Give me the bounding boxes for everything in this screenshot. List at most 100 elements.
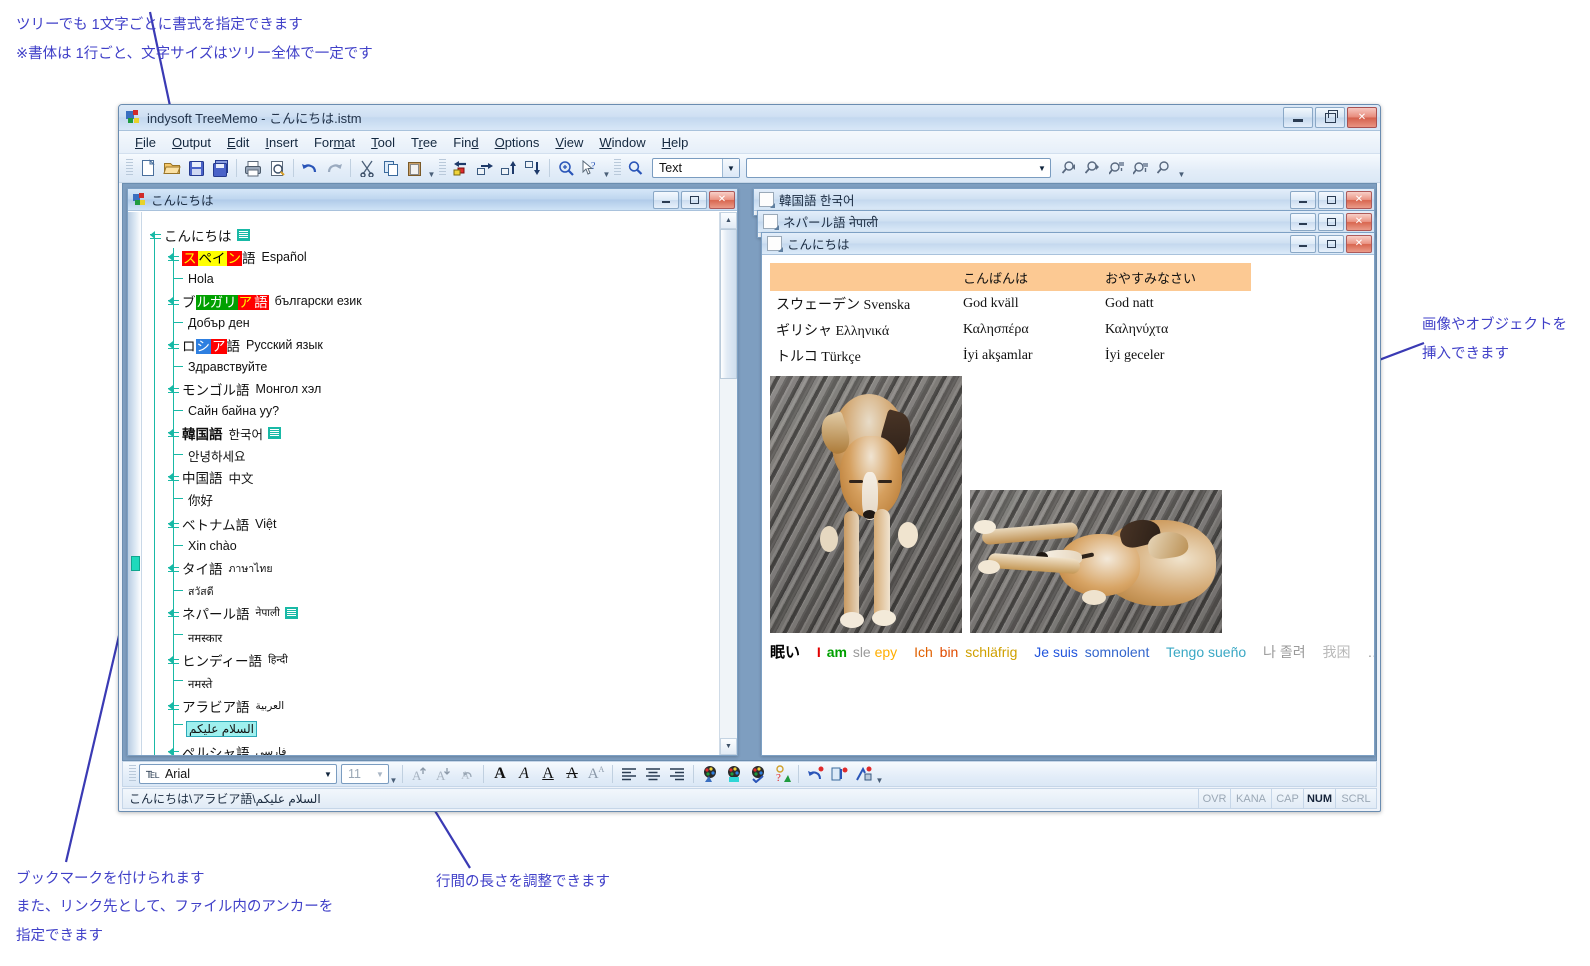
window-close-button[interactable]: ✕ [1347,107,1377,128]
editor-nepali-minimize-button[interactable] [1290,212,1316,231]
tree-close-button[interactable]: ✕ [709,190,735,209]
copy-format-icon[interactable] [827,763,851,786]
copy-icon[interactable] [379,157,403,180]
toolbar-overflow-2[interactable]: ▼ [602,157,611,179]
tree-minimize-button[interactable] [653,190,679,209]
paste-icon[interactable] [403,157,427,180]
search-input[interactable]: ▼ [746,158,1051,178]
new-file-icon[interactable] [136,157,160,180]
cut-icon[interactable] [355,157,379,180]
reset-font-size-icon[interactable]: A [455,763,479,786]
tree-leaf-dobar-den[interactable]: Добър ден [188,312,250,334]
tree-node-root[interactable]: こんにちは [150,224,250,246]
tree-node-mongolian[interactable]: モンゴル語 Монгол хэл [168,378,321,400]
tree-node-russian[interactable]: ロシ ア語 Русский язык [168,334,323,356]
toolbar-grip[interactable] [126,159,133,177]
editor-nepali-maximize-button[interactable] [1318,212,1344,231]
tree-leaf-xin-chao[interactable]: Xin chào [188,535,237,557]
menu-item-file[interactable]: File [127,133,164,152]
expander-icon[interactable] [168,252,179,263]
undo-format-icon[interactable] [803,763,827,786]
editor-korean-minimize-button[interactable] [1290,190,1316,209]
status-num[interactable]: NUM [1303,789,1335,808]
print-preview-icon[interactable] [265,157,289,180]
menu-item-tree[interactable]: Tree [403,133,445,152]
find-in-tree-down-icon[interactable] [1129,157,1153,180]
find-previous-icon[interactable] [1057,157,1081,180]
zoom-icon[interactable] [554,157,578,180]
tree-leaf-namaskar[interactable]: नमस्कार [188,627,222,649]
italic-icon[interactable]: A [512,763,536,786]
menu-item-tool[interactable]: Tool [363,133,403,152]
expander-icon[interactable] [168,340,179,351]
tree-vertical-scrollbar[interactable]: ▲ ▼ [719,212,737,755]
tree-node-spanish[interactable]: スペイ ン語 Español [168,246,307,268]
strikethrough-icon[interactable]: A [560,763,584,786]
tree-leaf-namaste[interactable]: नमस्ते [188,673,212,695]
find-next-icon[interactable] [1081,157,1105,180]
tree-node-korean[interactable]: 韓国語 한국어 [168,422,282,444]
expander-icon[interactable] [168,519,179,530]
font-color-icon[interactable] [698,763,722,786]
tree-leaf-nihao[interactable]: 你好 [188,488,213,510]
tree-leaf-zdravstvuyte[interactable]: Здравствуйте [188,356,267,378]
scroll-down-icon[interactable]: ▼ [720,738,737,755]
expander-icon[interactable] [168,655,179,666]
status-kana[interactable]: KANA [1230,789,1271,808]
bookmark-gutter[interactable] [128,212,142,755]
editor-content-area[interactable]: こんばんは おやすみなさい スウェーデン Svenska God kväll G… [762,255,1374,755]
tree-content[interactable]: こんにちは スペイ ン語 Español Hola ブルガリ ア 語 бълга… [128,212,720,755]
chevron-down-icon[interactable]: ▼ [372,765,388,783]
scroll-thumb[interactable] [720,229,737,379]
search-scope-select[interactable]: Text ▼ [652,158,740,178]
tree-leaf-hola[interactable]: Hola [188,268,214,290]
tree-leaf-annyeong[interactable]: 안녕하세요 [188,444,246,466]
bookmark-marker[interactable] [131,556,140,571]
tree-node-hindi[interactable]: ヒンディー語 हिन्दी [168,649,288,671]
bold-icon[interactable]: A [488,763,512,786]
expander-icon[interactable] [168,384,179,395]
tree-node-persian[interactable]: ペルシャ語 فارسی [168,741,286,755]
menu-item-window[interactable]: Window [591,133,653,152]
tree-node-chinese[interactable]: 中国語 中文 [168,466,254,488]
expander-icon[interactable] [168,701,179,712]
align-center-icon[interactable] [641,763,665,786]
menu-item-format[interactable]: Format [306,133,363,152]
tree-node-arabic[interactable]: アラビア語 العربية [168,695,284,717]
menu-item-edit[interactable]: Edit [219,133,257,152]
status-ovr[interactable]: OVR [1198,789,1230,808]
toolbar-grip-2[interactable] [439,159,446,177]
underline-icon[interactable]: A [536,763,560,786]
tree-node-vietnamese[interactable]: ベトナム語 Việt [168,513,276,535]
color-query-icon[interactable]: ? [770,763,794,786]
expander-icon[interactable] [168,296,179,307]
fox-image-standing[interactable] [770,376,962,633]
superscript-icon[interactable]: AA [584,763,608,786]
scroll-up-icon[interactable]: ▲ [720,212,737,229]
status-cap[interactable]: CAP [1271,789,1303,808]
status-scrl[interactable]: SCRL [1335,789,1376,808]
search-icon[interactable] [624,157,648,180]
open-file-icon[interactable] [160,157,184,180]
toolbar-overflow-3[interactable]: ▼ [1177,157,1186,179]
move-node-up-icon[interactable] [497,157,521,180]
print-icon[interactable] [241,157,265,180]
move-node-right-icon[interactable] [473,157,497,180]
increase-font-size-icon[interactable]: A [407,763,431,786]
expander-icon[interactable] [168,472,179,483]
expander-icon[interactable] [168,428,179,439]
expander-icon[interactable] [168,563,179,574]
window-minimize-button[interactable] [1283,107,1313,128]
undo-icon[interactable] [298,157,322,180]
editor-nepali-close-button[interactable]: ✕ [1346,212,1372,231]
menu-item-output[interactable]: Output [164,133,219,152]
format-toolbar-grip[interactable] [129,765,136,783]
font-size-select[interactable]: 11 ▼ [341,764,389,784]
toolbar-grip-3[interactable] [614,159,621,177]
expander-icon[interactable] [168,608,179,619]
tree-leaf-assalamu-alaikum[interactable]: السلام عليكم [186,718,257,740]
decrease-font-size-icon[interactable]: A [431,763,455,786]
editor-maximize-button[interactable] [1318,234,1344,253]
menu-item-insert[interactable]: Insert [257,133,306,152]
tree-leaf-sain-baina[interactable]: Сайн байна уу? [188,400,279,422]
